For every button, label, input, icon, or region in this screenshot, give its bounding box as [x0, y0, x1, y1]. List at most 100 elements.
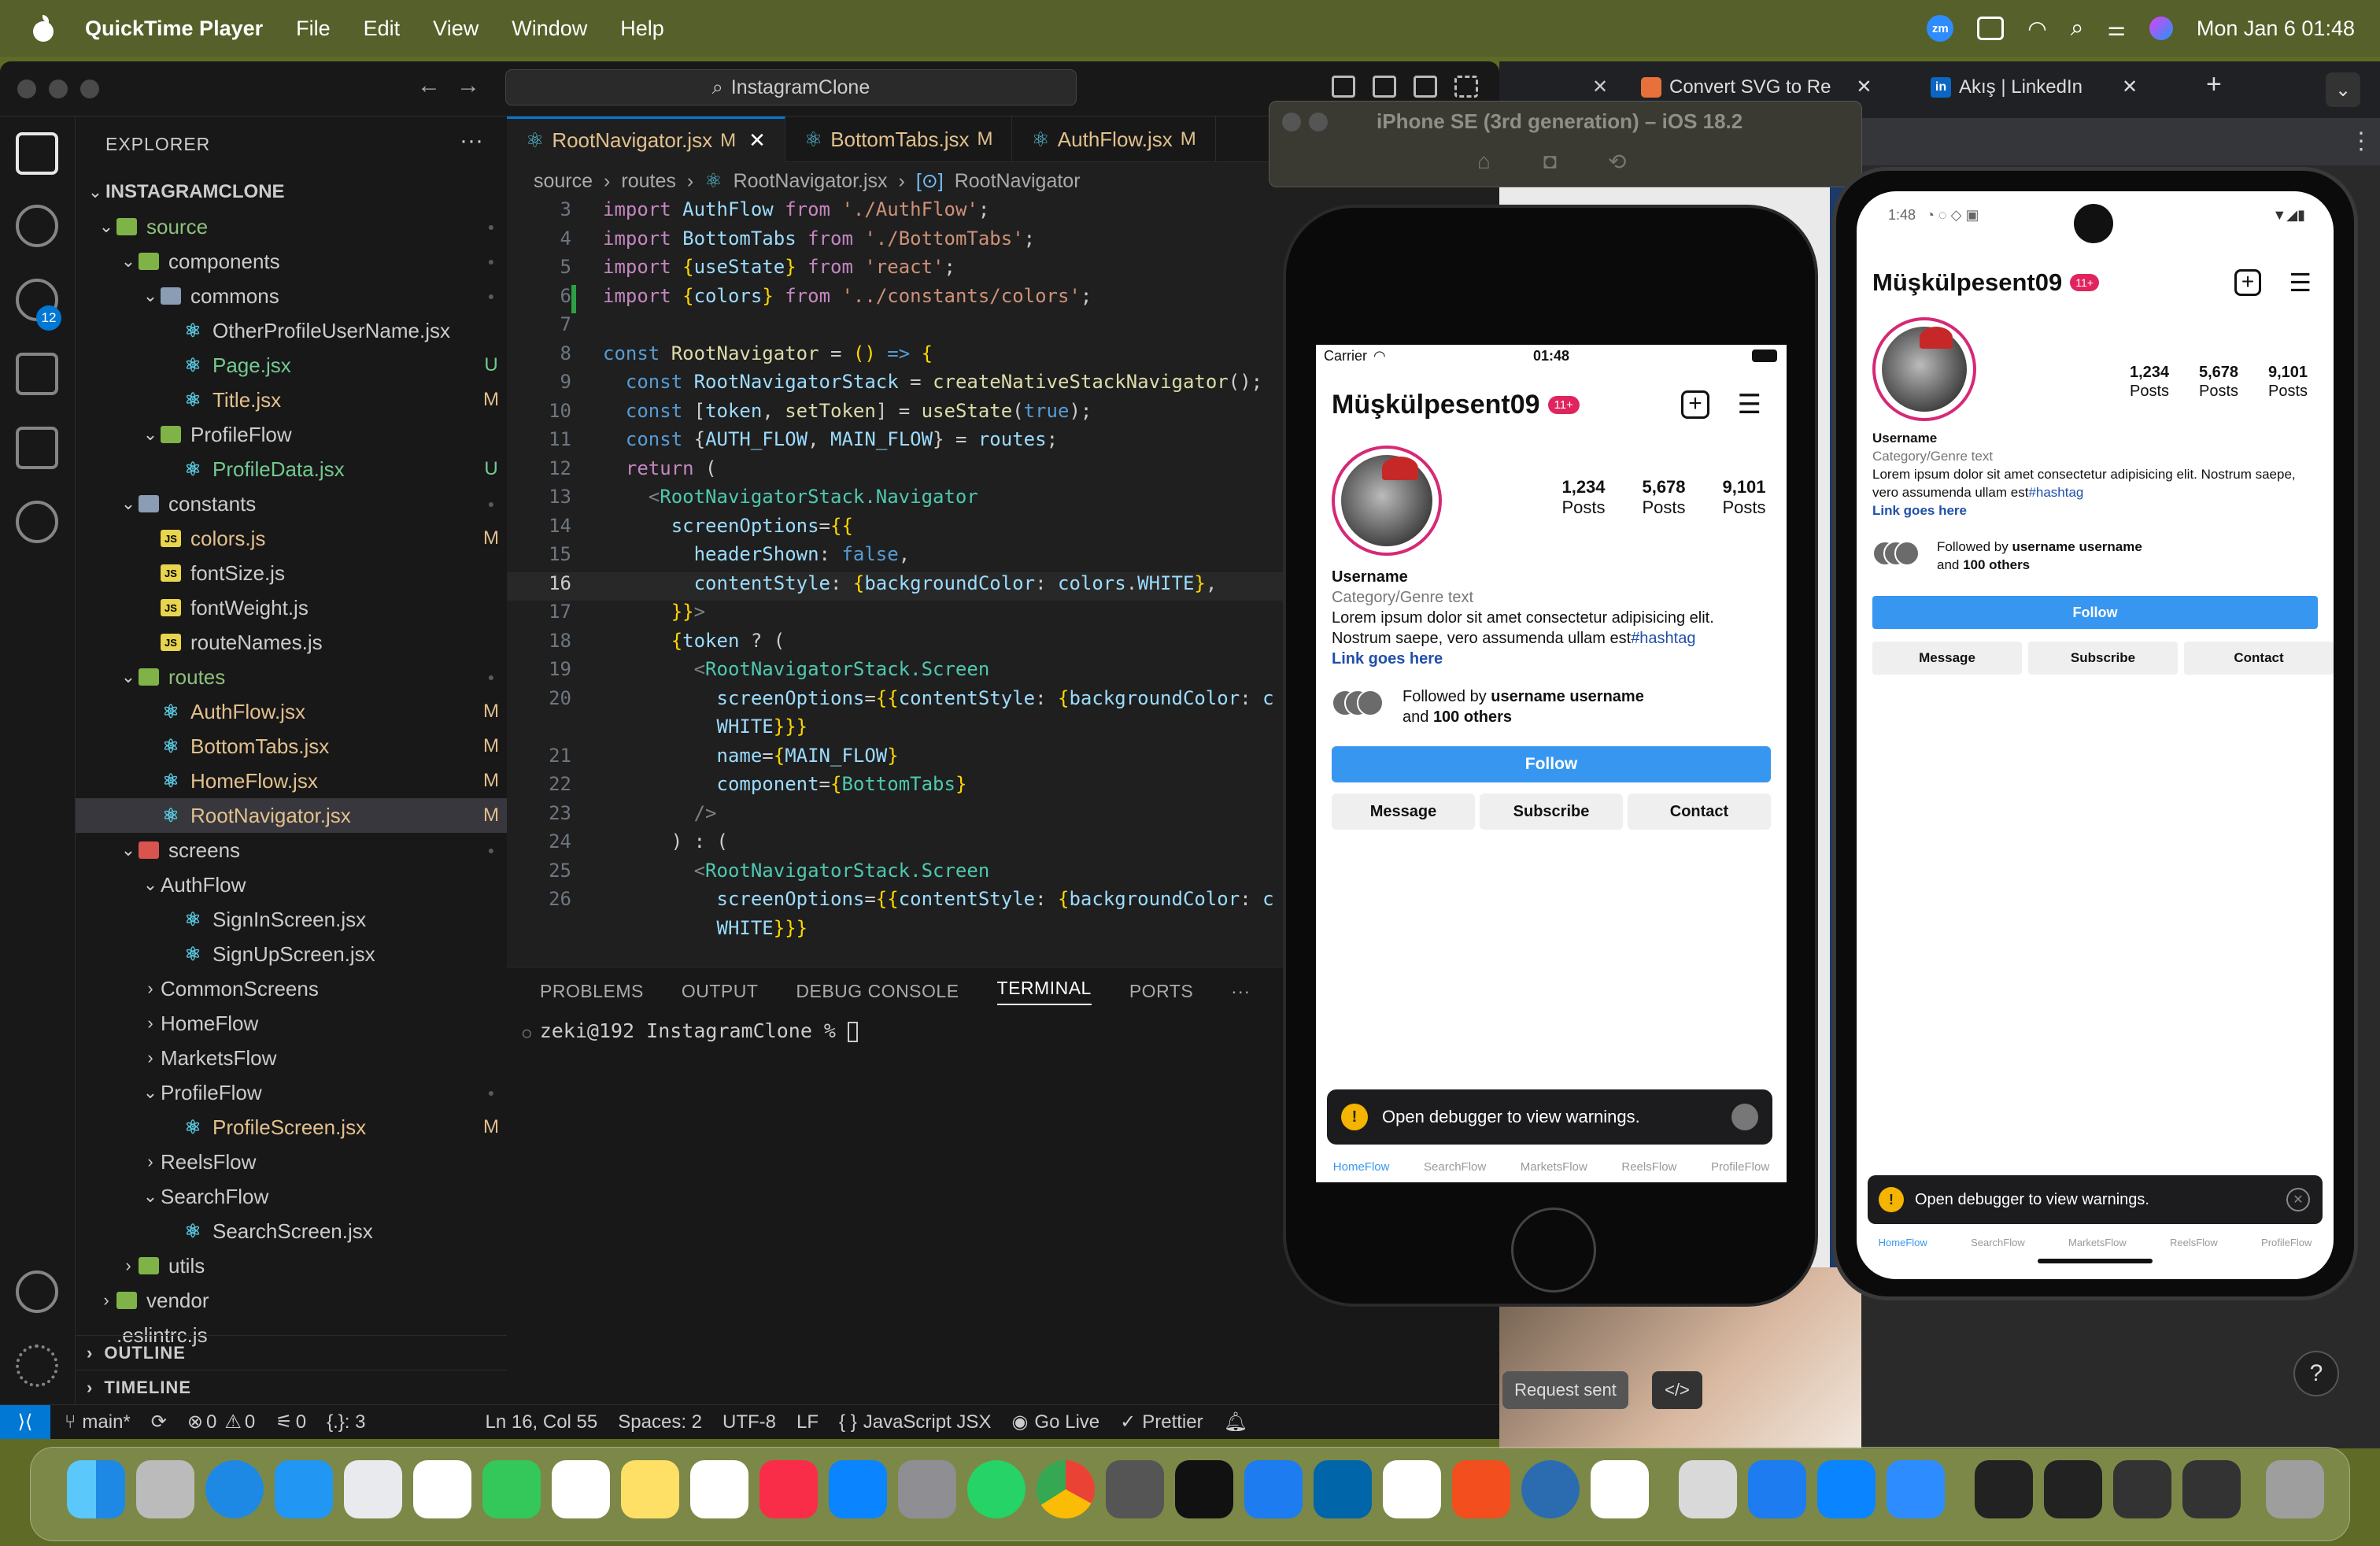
tree-item[interactable]: ⚛ SignUpScreen.jsx — [76, 937, 507, 971]
chrome-menu-icon[interactable]: ⋮ — [2349, 128, 2373, 155]
panel-tab-problems[interactable]: PROBLEMS — [540, 981, 644, 1002]
tab-bottomtabs[interactable]: ⚛ BottomTabs.jsx M — [785, 117, 1013, 162]
close-icon[interactable]: ✕ — [748, 128, 766, 153]
tree-item[interactable]: JS fontSize.js — [76, 556, 507, 590]
music-icon[interactable] — [759, 1460, 818, 1518]
notes-icon[interactable] — [621, 1460, 679, 1518]
tree-item[interactable]: ⚛ OtherProfileUserName.jsx — [76, 313, 507, 348]
timeline-section[interactable]: › TIMELINE — [76, 1370, 507, 1404]
toggle-secondary-sidebar-icon[interactable] — [1414, 76, 1437, 98]
menu-hamburger-icon[interactable]: ☰ — [2289, 268, 2312, 298]
tree-item[interactable]: ⌄ constants ● — [76, 486, 507, 521]
stat-3[interactable]: 9,101 Posts — [2256, 363, 2319, 401]
tree-item[interactable]: JS fontWeight.js — [76, 590, 507, 625]
maps-icon[interactable] — [344, 1460, 402, 1518]
trash-icon[interactable] — [2266, 1460, 2324, 1518]
hashtag[interactable]: #hashtag — [2028, 485, 2083, 500]
settings-gear-icon[interactable] — [16, 1344, 58, 1387]
tree-item[interactable]: ⚛ Title.jsx M — [76, 383, 507, 417]
close-icon[interactable]: ✕ — [1856, 76, 1872, 98]
tab-marketsflow[interactable]: MarketsFlow — [1521, 1160, 1587, 1174]
language-mode[interactable]: JavaScript JSX — [863, 1411, 992, 1433]
zoom-icon[interactable] — [1887, 1460, 1945, 1518]
nav-arrows-icon[interactable]: ←→ — [417, 72, 496, 99]
safari-icon[interactable] — [205, 1460, 264, 1518]
tree-item[interactable]: ⌄ ProfileFlow ● — [76, 1075, 507, 1110]
dismiss-icon[interactable] — [1731, 1104, 1758, 1130]
request-sent-button[interactable]: Request sent — [1502, 1371, 1628, 1409]
tab-reelsflow[interactable]: ReelsFlow — [1621, 1160, 1676, 1174]
subscribe-button[interactable]: Subscribe — [1480, 793, 1623, 830]
breadcrumb-file[interactable]: RootNavigator.jsx — [734, 170, 888, 193]
panel-tab-output[interactable]: OUTPUT — [682, 981, 759, 1002]
zoom-status-icon[interactable]: zm — [1927, 15, 1954, 42]
siri-icon[interactable] — [2149, 17, 2173, 40]
vscode-icon[interactable] — [1314, 1460, 1372, 1518]
tree-item[interactable]: ⌄ ProfileFlow — [76, 417, 507, 452]
stat-2[interactable]: 5,678 Posts — [2187, 363, 2250, 401]
gesture-handle[interactable] — [2038, 1259, 2153, 1263]
more-actions-icon[interactable]: ··· — [1231, 981, 1250, 1002]
xcode-icon[interactable] — [1244, 1460, 1303, 1518]
window-close-button[interactable] — [17, 80, 36, 98]
home-icon[interactable]: ⌂ — [1477, 149, 1491, 174]
more-actions-icon[interactable]: ··· — [460, 128, 483, 154]
menubar-datetime[interactable]: Mon Jan 6 01:48 — [2197, 17, 2355, 41]
add-post-icon[interactable]: + — [1681, 390, 1709, 419]
tree-item[interactable]: ⚛ Page.jsx U — [76, 348, 507, 383]
message-button[interactable]: Message — [1332, 793, 1475, 830]
stat-1[interactable]: 1,234 Posts — [1552, 477, 1615, 519]
panel-tab-terminal[interactable]: TERMINAL — [996, 978, 1092, 1005]
ports-icon[interactable]: ⚟ — [275, 1411, 293, 1433]
control-center-icon[interactable]: ⚌ — [2108, 17, 2126, 41]
screenshot-icon[interactable]: ◘ — [1543, 149, 1557, 174]
tree-item[interactable]: ⚛ ProfileData.jsx U — [76, 452, 507, 486]
tab-profileflow[interactable]: ProfileFlow — [2261, 1237, 2312, 1248]
error-icon[interactable]: ⊗ — [187, 1411, 203, 1433]
reminders-icon[interactable] — [552, 1460, 610, 1518]
breadcrumb-source[interactable]: source — [534, 170, 593, 193]
remote-indicator-icon[interactable]: ⟩⟨ — [0, 1404, 50, 1439]
tree-item[interactable]: JS colors.js M — [76, 521, 507, 556]
whatsapp-icon[interactable] — [967, 1460, 1026, 1518]
chrome-tab-convert-svg[interactable]: Convert SVG to Re ✕ — [1641, 76, 1872, 98]
recent-window-icon[interactable] — [2113, 1460, 2171, 1518]
subscribe-button[interactable]: Subscribe — [2028, 642, 2178, 675]
close-icon[interactable]: ✕ — [1592, 76, 1608, 98]
chrome-tab-linkedin[interactable]: in Akış | LinkedIn ✕ — [1931, 76, 2138, 98]
toggle-panel-icon[interactable] — [1373, 76, 1396, 98]
run-debug-icon[interactable] — [16, 353, 58, 395]
tab-searchflow[interactable]: SearchFlow — [1424, 1160, 1486, 1174]
quicktime-icon[interactable] — [1521, 1460, 1580, 1518]
contact-button[interactable]: Contact — [2184, 642, 2334, 675]
tab-rootnavigator[interactable]: ⚛ RootNavigator.jsx M ✕ — [507, 117, 785, 162]
terminal-icon[interactable] — [1175, 1460, 1233, 1518]
pen-app-icon[interactable] — [1452, 1460, 1510, 1518]
freeform-icon[interactable] — [690, 1460, 748, 1518]
panel-tab-debug-console[interactable]: DEBUG CONSOLE — [796, 981, 959, 1002]
followed-by[interactable]: Followed by username username and 100 ot… — [1857, 536, 2334, 580]
debugger-warning[interactable]: ! Open debugger to view warnings. ✕ — [1868, 1175, 2323, 1224]
recent-window-icon[interactable] — [1975, 1460, 2033, 1518]
search-icon[interactable] — [16, 205, 58, 247]
tree-item[interactable]: ⚛ RootNavigator.jsx M — [76, 798, 507, 833]
tree-item[interactable]: ⚛ AuthFlow.jsx M — [76, 694, 507, 729]
preview-icon[interactable] — [1679, 1460, 1737, 1518]
breadcrumb-symbol[interactable]: RootNavigator — [955, 170, 1081, 193]
debugger-warning[interactable]: ! Open debugger to view warnings. — [1327, 1089, 1772, 1145]
tree-item[interactable]: › CommonScreens — [76, 971, 507, 1006]
simulator-icon[interactable] — [1591, 1460, 1649, 1518]
menu-app-name[interactable]: QuickTime Player — [85, 17, 263, 41]
command-center-search[interactable]: ⌕ InstagramClone — [505, 69, 1077, 105]
tab-marketsflow[interactable]: MarketsFlow — [2068, 1237, 2127, 1248]
photos-icon[interactable] — [413, 1460, 471, 1518]
tree-item[interactable]: › MarketsFlow — [76, 1041, 507, 1075]
tree-item[interactable]: ⚛ SignInScreen.jsx — [76, 902, 507, 937]
code-editor[interactable]: 2import {routes} from '../constants/rout… — [507, 198, 1294, 962]
chrome-icon[interactable] — [1037, 1460, 1095, 1518]
followed-by[interactable]: Followed by username username and 100 ot… — [1316, 683, 1787, 730]
tab-homeflow[interactable]: HomeFlow — [1333, 1160, 1390, 1174]
profile-link[interactable]: Link goes here — [1872, 501, 2318, 520]
recent-window-icon[interactable] — [2044, 1460, 2102, 1518]
explorer-icon[interactable] — [16, 132, 58, 175]
